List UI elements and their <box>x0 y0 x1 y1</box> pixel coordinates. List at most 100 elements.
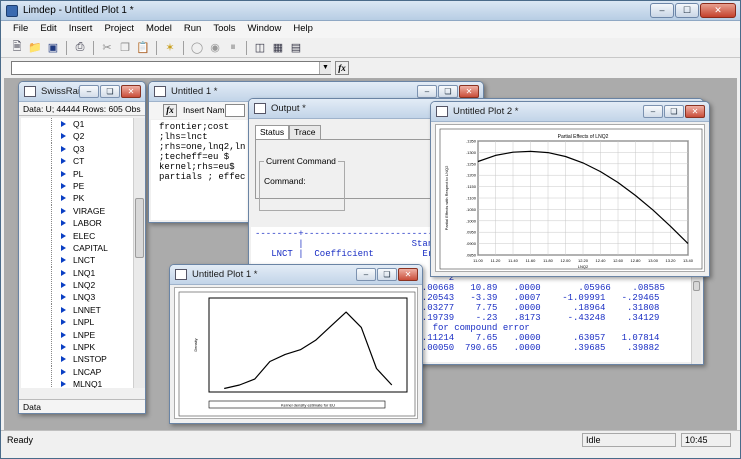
fx-button[interactable]: fx <box>335 61 349 75</box>
toolbar-separator <box>66 40 67 55</box>
new-file-icon[interactable]: 🗎 <box>9 40 25 56</box>
variable-item[interactable]: ELEC <box>21 229 133 243</box>
variable-item[interactable]: LNCAP <box>21 365 133 379</box>
tree-line <box>51 266 52 280</box>
editor-restore-button[interactable]: ❏ <box>438 85 458 98</box>
variable-label: LNSTOP <box>73 354 107 365</box>
app-titlebar[interactable]: Limdep - Untitled Plot 1 * – ☐ ✕ <box>1 1 740 21</box>
plot2-window-titlebar[interactable]: Untitled Plot 2 * – ❏ ✕ <box>431 102 709 122</box>
data-close-button[interactable]: ✕ <box>121 85 141 98</box>
maximize-button[interactable]: ☐ <box>675 3 699 18</box>
window-tile-icon[interactable]: ◫ <box>252 40 268 56</box>
tab-trace[interactable]: Trace <box>289 125 321 140</box>
variable-item[interactable]: LNSTOP <box>21 353 133 367</box>
variable-item[interactable]: LABOR <box>21 217 133 231</box>
variable-item[interactable]: CAPITAL <box>21 241 133 255</box>
variable-item[interactable]: MLNQ1 <box>21 378 133 388</box>
variable-item[interactable]: VIRAGE <box>21 204 133 218</box>
minimize-button[interactable]: – <box>650 3 674 18</box>
data-restore-button[interactable]: ❏ <box>100 85 120 98</box>
chevron-down-icon[interactable]: ▼ <box>319 62 331 74</box>
variable-label: LNQ1 <box>73 267 96 278</box>
grid-icon[interactable]: ▦ <box>270 40 286 56</box>
variable-item[interactable]: PK <box>21 192 133 206</box>
menu-tools[interactable]: Tools <box>207 21 241 38</box>
plot1-minimize-button[interactable]: – <box>356 268 376 281</box>
variable-item[interactable]: PE <box>21 179 133 193</box>
data-window-titlebar[interactable]: SwissRail... – ❏ ✕ <box>19 82 145 102</box>
variable-arrow-icon <box>61 344 66 351</box>
pause-icon[interactable]: ⏸ <box>225 40 241 56</box>
menu-help[interactable]: Help <box>287 21 319 38</box>
variable-item[interactable]: Q3 <box>21 142 133 156</box>
variable-item[interactable]: LNQ1 <box>21 266 133 280</box>
cut-icon[interactable]: ✂ <box>99 40 115 56</box>
output-scrollbar-thumb[interactable] <box>693 281 700 291</box>
toolbar-separator <box>93 40 94 55</box>
plot1-window-titlebar[interactable]: Untitled Plot 1 * – ❏ ✕ <box>170 265 422 285</box>
record-icon[interactable]: ◉ <box>207 40 223 56</box>
data-minimize-button[interactable]: – <box>79 85 99 98</box>
variable-arrow-icon <box>61 182 66 189</box>
variable-item[interactable]: PL <box>21 167 133 181</box>
variable-item[interactable]: LNPL <box>21 316 133 330</box>
variable-label: LNCT <box>73 255 96 266</box>
chart-icon[interactable]: ▤ <box>288 40 304 56</box>
output-result-row: .00668 10.89 .0000 .05966 .08585 <box>411 283 665 293</box>
menu-insert[interactable]: Insert <box>63 21 99 38</box>
plot2-minimize-button[interactable]: – <box>643 105 663 118</box>
menu-model[interactable]: Model <box>140 21 178 38</box>
tab-status[interactable]: Status <box>255 125 290 140</box>
x-tick-label: 13.20 <box>665 258 676 263</box>
stop-icon[interactable]: ◯ <box>189 40 205 56</box>
x-tick-label: 11.40 <box>508 258 518 263</box>
variable-item[interactable]: LNQ2 <box>21 279 133 293</box>
variable-label: LABOR <box>73 218 102 229</box>
open-folder-icon[interactable]: 📁 <box>27 40 43 56</box>
y-tick-label: .1000 <box>466 218 477 223</box>
wand-icon[interactable]: ✶ <box>162 40 178 56</box>
plot1-close-button[interactable]: ✕ <box>398 268 418 281</box>
variable-item[interactable]: Q2 <box>21 130 133 144</box>
menu-run[interactable]: Run <box>178 21 207 38</box>
print-icon[interactable]: ⎙ <box>72 40 88 56</box>
save-icon[interactable]: ▣ <box>45 40 61 56</box>
variable-item[interactable]: LNNET <box>21 303 133 317</box>
insert-name-field[interactable] <box>225 104 245 117</box>
x-tick-label: 11.20 <box>491 258 501 263</box>
command-input[interactable] <box>11 61 331 75</box>
variable-item[interactable]: LNPE <box>21 328 133 342</box>
variable-label: PL <box>73 168 84 179</box>
output-scrollbar[interactable] <box>691 269 701 364</box>
tree-line <box>51 316 52 330</box>
menu-edit[interactable]: Edit <box>34 21 62 38</box>
menu-file[interactable]: File <box>7 21 34 38</box>
close-button[interactable]: ✕ <box>700 3 736 18</box>
plot2-close-button[interactable]: ✕ <box>685 105 705 118</box>
variable-arrow-icon <box>61 319 66 326</box>
variable-item[interactable]: LNPK <box>21 341 133 355</box>
x-tick-label: 12.20 <box>578 258 589 263</box>
status-ready: Ready <box>7 435 34 445</box>
x-tick-label: 12.00 <box>560 258 571 263</box>
output-result-row: .00050 790.65 .0000 .39685 .39882 <box>411 343 660 353</box>
editor-close-button[interactable]: ✕ <box>459 85 479 98</box>
plot2-window: Untitled Plot 2 * – ❏ ✕ 11.00 11.20 11.40 1… <box>430 101 710 277</box>
limdep-app-icon <box>6 5 18 17</box>
editor-fx-button[interactable]: fx <box>163 104 177 117</box>
editor-minimize-button[interactable]: – <box>417 85 437 98</box>
menu-window[interactable]: Window <box>242 21 288 38</box>
plot2-restore-button[interactable]: ❏ <box>664 105 684 118</box>
menu-project[interactable]: Project <box>98 21 140 38</box>
variable-item[interactable]: LNCT <box>21 254 133 268</box>
output-column-line-1: | Stand <box>255 239 439 249</box>
paste-icon[interactable]: 📋 <box>135 40 151 56</box>
variable-item[interactable]: Q1 <box>21 118 133 131</box>
variable-item[interactable]: LNQ3 <box>21 291 133 305</box>
scrollbar-thumb[interactable] <box>135 198 144 258</box>
variable-item[interactable]: CT <box>21 155 133 169</box>
menu-bar: File Edit Insert Project Model Run Tools… <box>1 21 740 38</box>
plot1-restore-button[interactable]: ❏ <box>377 268 397 281</box>
variable-list-scrollbar[interactable] <box>133 118 145 388</box>
copy-icon[interactable]: ❐ <box>117 40 133 56</box>
